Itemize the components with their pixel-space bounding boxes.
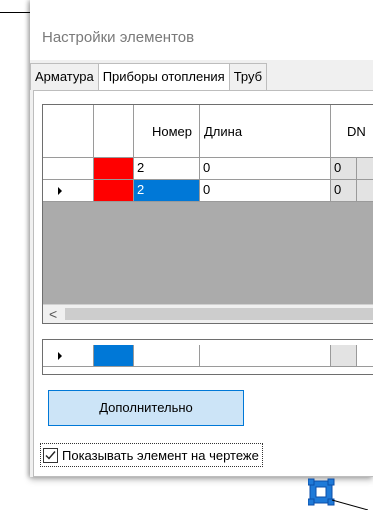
dialog-title: Настройки элементов — [42, 29, 195, 46]
elements-grid[interactable]: Номер Длина DN 2 0 0 2 0 0 < — [42, 104, 373, 324]
new-row-arrow-icon — [58, 352, 62, 360]
grid-header: Номер Длина DN — [43, 105, 373, 158]
table-row[interactable]: 2 0 0 — [43, 180, 373, 202]
tab-heating-devices[interactable]: Приборы отопления — [98, 63, 230, 90]
show-element-checkbox-row[interactable]: Показывать элемент на чертеже — [40, 443, 263, 467]
tab-panel: Номер Длина DN 2 0 0 2 0 0 < Дополнитель… — [33, 90, 373, 477]
new-dn-cell[interactable] — [331, 345, 357, 366]
show-element-checkbox[interactable] — [43, 447, 58, 463]
new-number-cell[interactable] — [134, 345, 200, 366]
more-button[interactable]: Дополнительно — [48, 390, 244, 426]
column-header-number-label: Номер — [152, 124, 193, 139]
column-header-dn-label: DN — [347, 124, 366, 139]
new-length-cell[interactable] — [200, 345, 331, 366]
show-element-checkbox-label: Показывать элемент на чертеже — [62, 447, 259, 463]
column-header-length[interactable]: Длина — [200, 105, 331, 157]
horizontal-scrollbar[interactable]: < — [43, 304, 373, 323]
row-header-new[interactable] — [43, 345, 94, 366]
length-cell[interactable]: 0 — [200, 180, 331, 201]
scroll-left-icon[interactable]: < — [49, 305, 57, 323]
new-row-grid[interactable] — [42, 339, 373, 375]
dn-dropdown-cell[interactable] — [357, 158, 373, 179]
new-color-cell[interactable] — [94, 345, 134, 366]
row-header-column — [43, 105, 94, 157]
number-cell-selected[interactable]: 2 — [134, 180, 200, 201]
title-bar[interactable]: Настройки элементов — [30, 0, 373, 60]
dn-cell[interactable]: 0 — [331, 180, 357, 201]
element-settings-dialog: Настройки элементов Арматура Приборы ото… — [30, 0, 373, 477]
column-header-length-label: Длина — [204, 124, 243, 139]
new-row[interactable] — [43, 345, 373, 367]
tab-strip: Арматура Приборы отопления Труб — [30, 63, 373, 91]
tab-pipes[interactable]: Труб — [229, 63, 268, 90]
current-row-arrow-icon — [58, 187, 62, 195]
dn-cell[interactable]: 0 — [331, 158, 357, 179]
dn-dropdown-cell[interactable] — [357, 180, 373, 201]
column-header-color[interactable] — [94, 105, 134, 157]
new-extra-cell[interactable] — [357, 345, 373, 366]
scrollbar-thumb[interactable] — [65, 308, 373, 320]
tab-armatura[interactable]: Арматура — [30, 63, 99, 90]
column-header-dn[interactable]: DN — [331, 105, 373, 157]
color-cell[interactable] — [94, 158, 134, 179]
drawing-line — [0, 12, 30, 13]
number-cell[interactable]: 2 — [134, 158, 200, 179]
column-header-number[interactable]: Номер — [134, 105, 200, 157]
row-header[interactable] — [43, 158, 94, 179]
checkmark-icon — [45, 450, 56, 460]
length-cell[interactable]: 0 — [200, 158, 331, 179]
table-row[interactable]: 2 0 0 — [43, 158, 373, 180]
drawing-element-icon[interactable] — [308, 478, 368, 510]
color-cell[interactable] — [94, 180, 134, 201]
row-header-current[interactable] — [43, 180, 94, 201]
